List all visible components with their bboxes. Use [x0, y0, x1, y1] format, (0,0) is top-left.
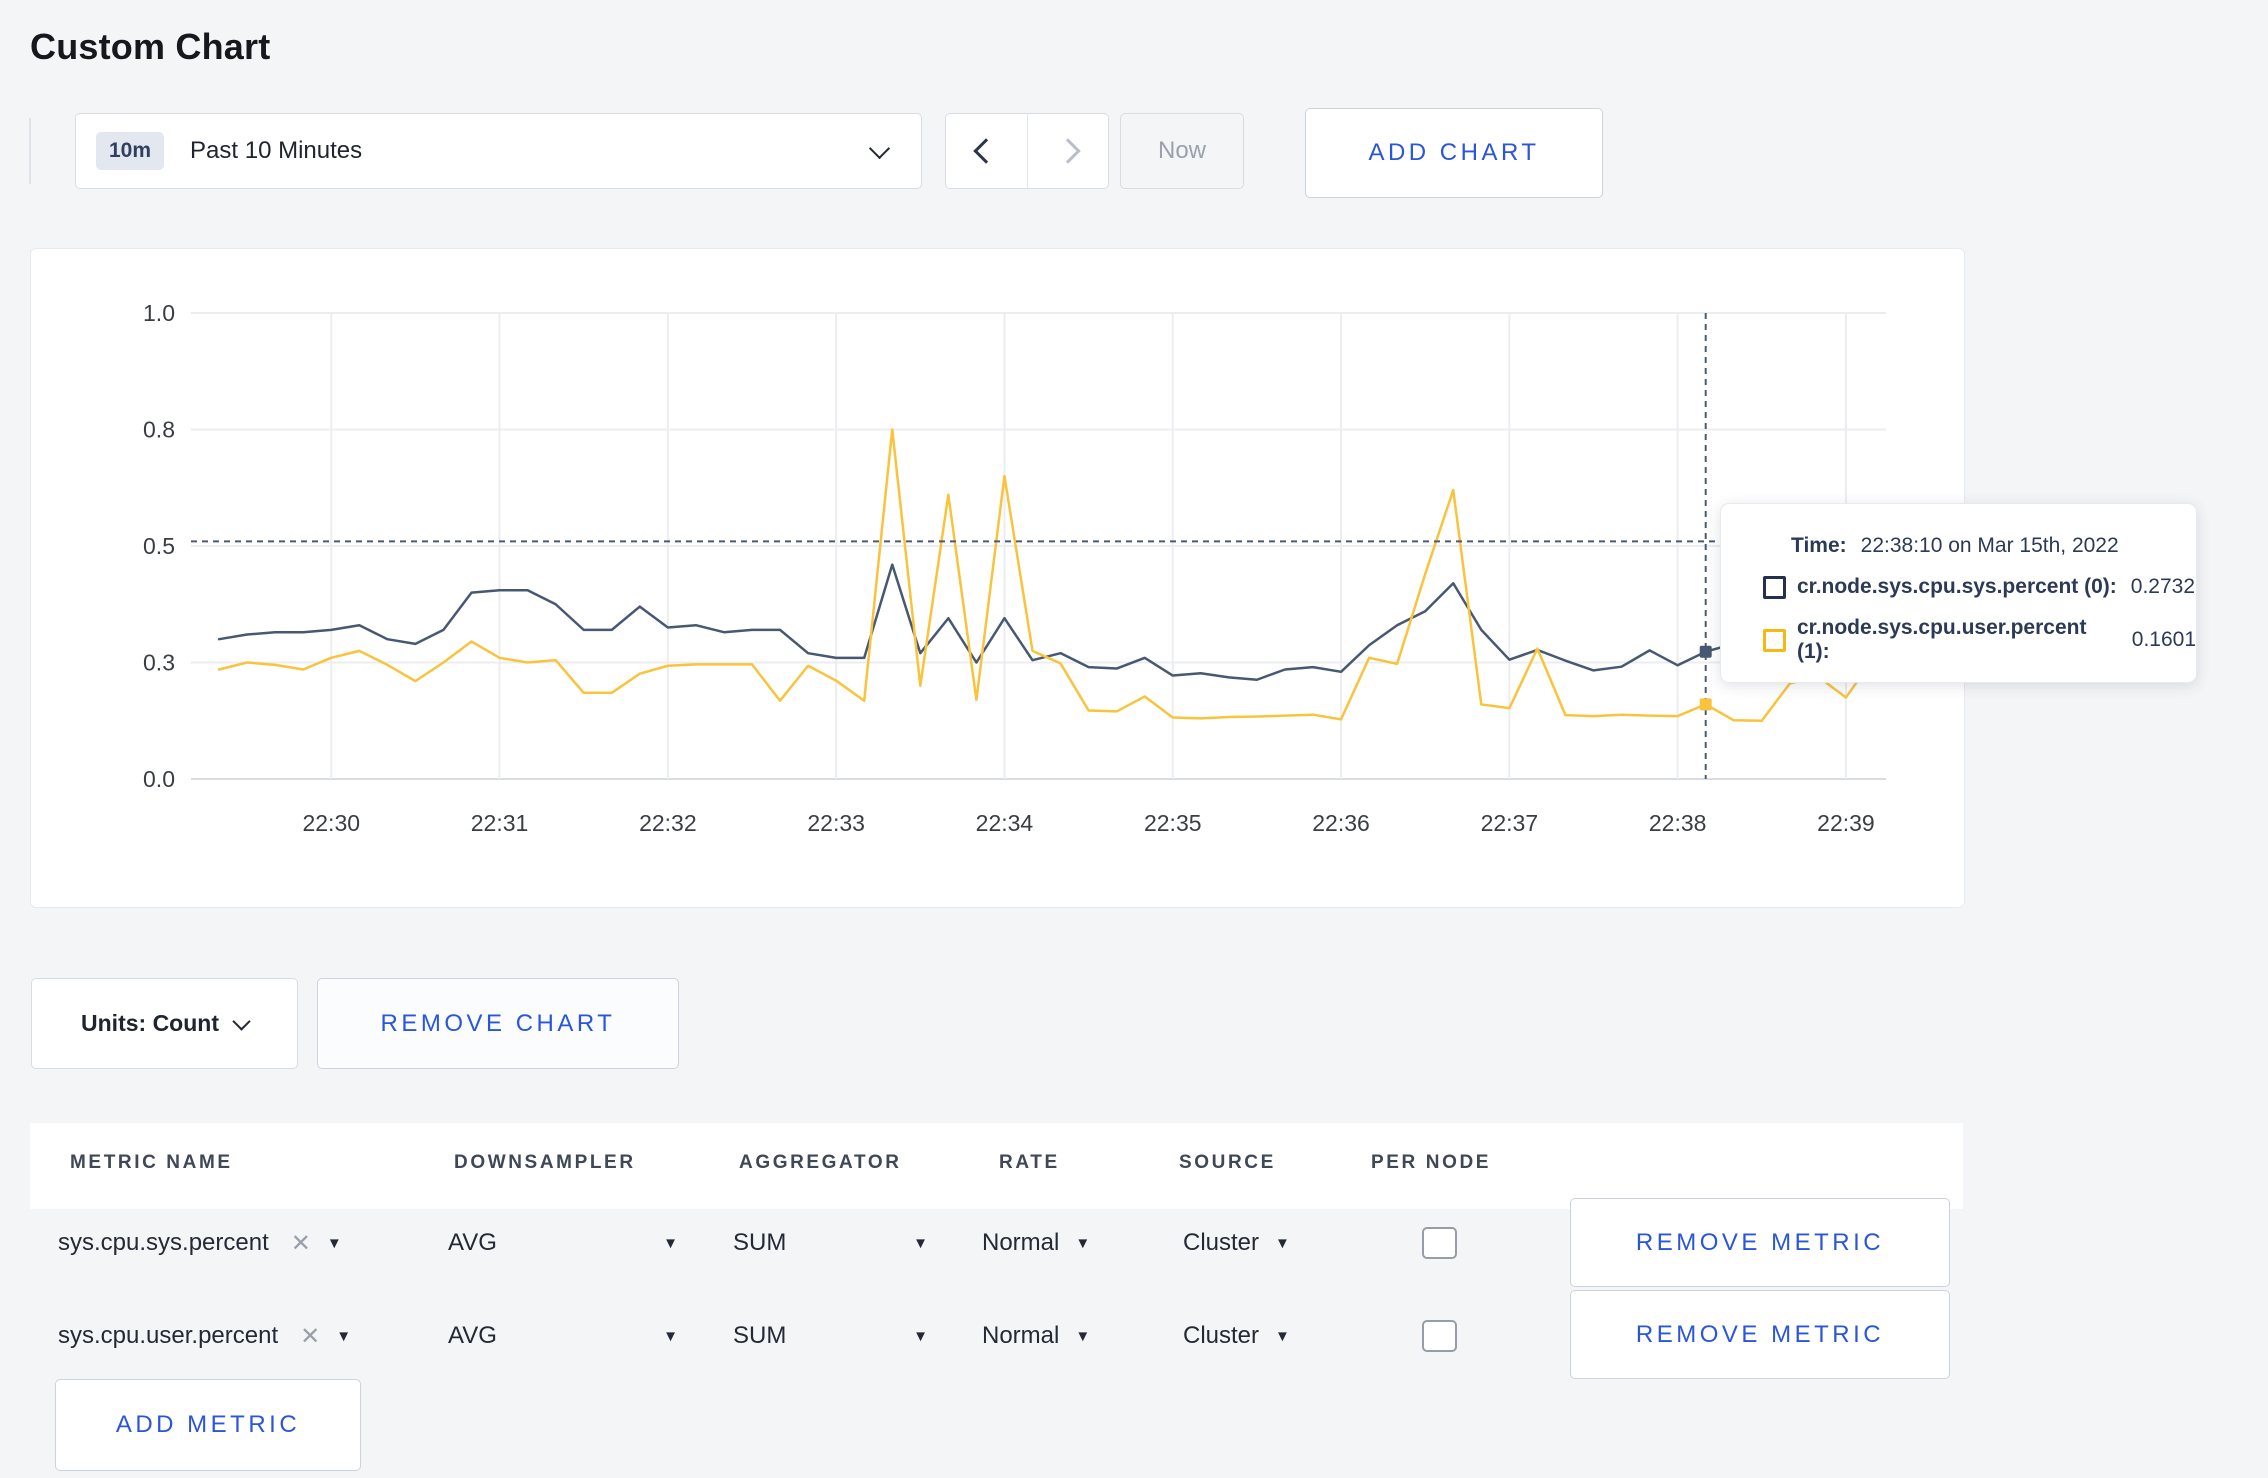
- units-dropdown[interactable]: Units: Count: [31, 978, 298, 1069]
- remove-metric-button[interactable]: REMOVE METRIC: [1570, 1290, 1950, 1379]
- tooltip-series-value: 0.2732: [2130, 575, 2196, 598]
- col-per-node: PER NODE: [1371, 1152, 1492, 1173]
- svg-text:0.3: 0.3: [143, 650, 175, 676]
- series-user-swatch-icon: [1763, 628, 1786, 652]
- metric-name-dropdown[interactable]: ▼: [327, 1235, 342, 1252]
- chart-card: 0.0 0.3 0.5 0.8 1.0 22:30 22:31 22:32 22:33 22:34…: [30, 248, 1965, 908]
- series-sys-swatch-icon: [1763, 575, 1786, 599]
- per-node-checkbox[interactable]: [1422, 1227, 1457, 1259]
- svg-text:0.8: 0.8: [143, 417, 175, 443]
- svg-text:22:31: 22:31: [471, 810, 529, 836]
- units-label: Units: Count: [81, 1010, 219, 1036]
- metric-name-value: sys.cpu.sys.percent: [58, 1229, 269, 1256]
- source-value: Cluster: [1183, 1322, 1260, 1349]
- rate-dropdown[interactable]: ▼: [1075, 1235, 1090, 1252]
- downsampler-dropdown[interactable]: ▼: [663, 1235, 678, 1252]
- toolbar-divider: [29, 118, 31, 184]
- time-nav-group: [945, 113, 1109, 189]
- remove-metric-button[interactable]: REMOVE METRIC: [1570, 1198, 1950, 1287]
- chevron-left-icon: [973, 138, 999, 164]
- next-range-button[interactable]: [1026, 114, 1109, 188]
- col-source: SOURCE: [1179, 1152, 1276, 1173]
- aggregator-value: SUM: [733, 1322, 787, 1349]
- svg-text:22:32: 22:32: [639, 810, 697, 836]
- time-range-badge: 10m: [96, 132, 165, 170]
- svg-text:22:37: 22:37: [1481, 810, 1539, 836]
- source-dropdown[interactable]: ▼: [1275, 1328, 1290, 1345]
- chevron-down-icon: [868, 137, 891, 159]
- time-range-label: Past 10 Minutes: [190, 137, 363, 164]
- svg-text:22:34: 22:34: [976, 810, 1034, 836]
- rate-dropdown[interactable]: ▼: [1075, 1328, 1090, 1345]
- rate-value: Normal: [982, 1229, 1060, 1256]
- metric-name-dropdown[interactable]: ▼: [336, 1328, 351, 1345]
- clear-metric-icon[interactable]: ✕: [300, 1322, 320, 1351]
- timeseries-chart[interactable]: 0.0 0.3 0.5 0.8 1.0 22:30 22:31 22:32 22:33 22:34…: [31, 249, 1964, 907]
- clear-metric-icon[interactable]: ✕: [291, 1229, 311, 1258]
- aggregator-dropdown[interactable]: ▼: [913, 1235, 928, 1252]
- prev-range-button[interactable]: [946, 114, 1027, 188]
- svg-text:22:38: 22:38: [1649, 810, 1707, 836]
- aggregator-value: SUM: [733, 1229, 787, 1256]
- metric-name-value: sys.cpu.user.percent: [58, 1322, 279, 1349]
- tooltip-time-label: Time:: [1791, 534, 1847, 557]
- svg-text:22:33: 22:33: [807, 810, 865, 836]
- col-metric-name: METRIC NAME: [70, 1152, 233, 1173]
- metrics-table-header: METRIC NAME DOWNSAMPLER AGGREGATOR RATE …: [30, 1123, 1963, 1209]
- svg-text:22:30: 22:30: [302, 810, 360, 836]
- tooltip-series-name: cr.node.sys.cpu.user.percent (1):: [1797, 616, 2087, 663]
- tooltip-series-name: cr.node.sys.cpu.sys.percent (0):: [1797, 575, 2117, 598]
- svg-text:22:39: 22:39: [1817, 810, 1875, 836]
- source-dropdown[interactable]: ▼: [1275, 1235, 1290, 1252]
- source-value: Cluster: [1183, 1229, 1260, 1256]
- col-downsampler: DOWNSAMPLER: [454, 1152, 636, 1173]
- chevron-down-icon: [232, 1011, 251, 1031]
- add-chart-button[interactable]: ADD CHART: [1305, 108, 1603, 198]
- svg-text:1.0: 1.0: [143, 300, 175, 326]
- svg-text:22:36: 22:36: [1312, 810, 1370, 836]
- time-range-dropdown[interactable]: 10m Past 10 Minutes: [75, 113, 922, 189]
- downsampler-value: AVG: [448, 1229, 497, 1256]
- aggregator-dropdown[interactable]: ▼: [913, 1328, 928, 1345]
- tooltip-time-value: 22:38:10 on Mar 15th, 2022: [1860, 534, 2119, 557]
- downsampler-value: AVG: [448, 1322, 497, 1349]
- custom-chart-page: Custom Chart 10m Past 10 Minutes Now ADD…: [0, 0, 2268, 1478]
- now-button[interactable]: Now: [1120, 113, 1244, 189]
- chart-tooltip: Time: 22:38:10 on Mar 15th, 2022 cr.node…: [1720, 503, 2197, 683]
- tooltip-series-value: 0.1601: [2131, 628, 2196, 651]
- chevron-right-icon: [1055, 138, 1081, 164]
- add-metric-button[interactable]: ADD METRIC: [55, 1379, 361, 1471]
- svg-text:0.0: 0.0: [143, 766, 175, 792]
- svg-text:0.5: 0.5: [143, 533, 175, 559]
- col-aggregator: AGGREGATOR: [739, 1152, 902, 1173]
- remove-chart-button[interactable]: REMOVE CHART: [317, 978, 679, 1069]
- svg-text:22:35: 22:35: [1144, 810, 1202, 836]
- downsampler-dropdown[interactable]: ▼: [663, 1328, 678, 1345]
- page-title: Custom Chart: [30, 26, 271, 68]
- per-node-checkbox[interactable]: [1422, 1320, 1457, 1352]
- col-rate: RATE: [999, 1152, 1060, 1173]
- rate-value: Normal: [982, 1322, 1060, 1349]
